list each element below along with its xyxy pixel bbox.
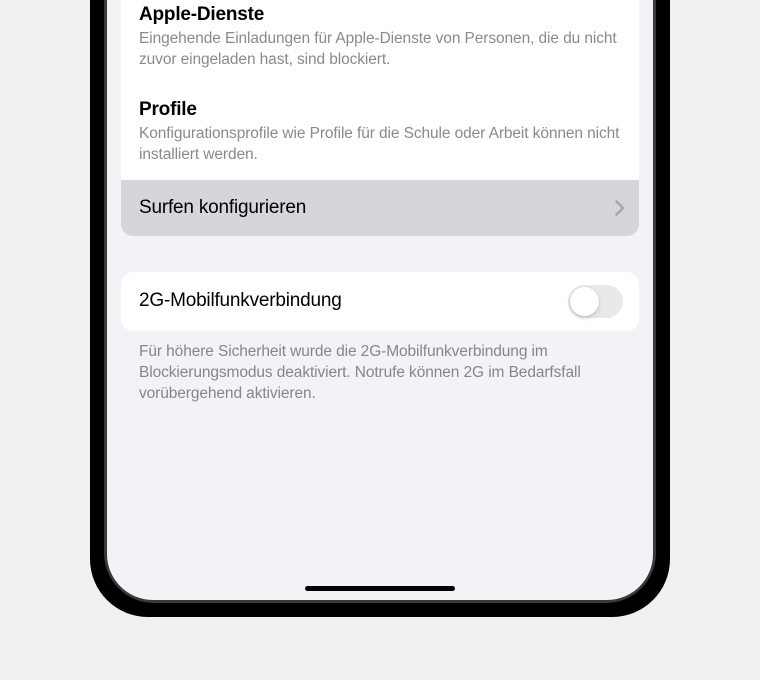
profiles-title: Profile (139, 99, 621, 121)
cellular-2g-row: 2G-Mobilfunkverbindung (121, 272, 639, 331)
settings-group: Apple-Dienste Eingehende Einladungen für… (121, 0, 639, 236)
toggle-knob (570, 287, 599, 316)
configure-browsing-row[interactable]: Surfen konfigurieren (121, 180, 639, 236)
profiles-description: Konfigurationsprofile wie Profile für di… (139, 124, 621, 166)
apple-services-description: Eingehende Einladungen für Apple-Dienste… (139, 29, 621, 71)
phone-screen: Apple-Dienste Eingehende Einladungen für… (107, 0, 653, 600)
configure-browsing-label: Surfen konfigurieren (139, 197, 306, 219)
profiles-section: Profile Konfigurationsprofile wie Profil… (121, 85, 639, 180)
cellular-2g-footer: Für höhere Sicherheit wurde die 2G-Mobil… (107, 331, 653, 405)
chevron-right-icon (615, 200, 625, 216)
cellular-2g-label: 2G-Mobilfunkverbindung (139, 290, 342, 312)
apple-services-title: Apple-Dienste (139, 4, 621, 26)
apple-services-section: Apple-Dienste Eingehende Einladungen für… (121, 0, 639, 85)
home-indicator[interactable] (305, 586, 455, 591)
phone-inner-border: Apple-Dienste Eingehende Einladungen für… (104, 0, 656, 603)
phone-frame: Apple-Dienste Eingehende Einladungen für… (90, 0, 670, 617)
cellular-2g-toggle[interactable] (568, 285, 623, 318)
